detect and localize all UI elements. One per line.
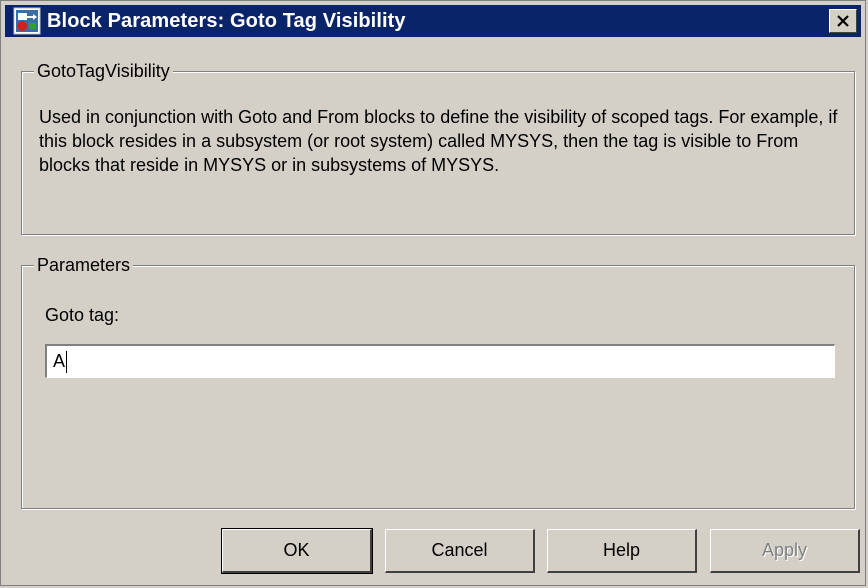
text-caret: [66, 351, 68, 374]
goto-tag-label: Goto tag:: [45, 305, 120, 325]
apply-button[interactable]: Apply: [710, 529, 860, 573]
goto-tag-input[interactable]: A: [45, 344, 835, 378]
ok-button[interactable]: OK: [221, 528, 373, 574]
parameters-group-legend: Parameters: [34, 254, 134, 276]
parameters-groupbox: [21, 265, 855, 509]
goto-tag-value: A: [53, 351, 66, 371]
cancel-button[interactable]: Cancel: [385, 529, 535, 573]
simulink-block-icon: [13, 7, 41, 35]
title-bar[interactable]: Block Parameters: Goto Tag Visibility: [5, 5, 861, 37]
window-title: Block Parameters: Goto Tag Visibility: [47, 9, 406, 32]
block-description: Used in conjunction with Goto and From b…: [39, 107, 838, 175]
description-group-legend: GotoTagVisibility: [34, 60, 173, 82]
close-button[interactable]: [829, 9, 857, 33]
close-icon: [837, 15, 849, 27]
help-button[interactable]: Help: [547, 529, 697, 573]
dialog-window: Block Parameters: Goto Tag Visibility Go…: [0, 0, 866, 586]
